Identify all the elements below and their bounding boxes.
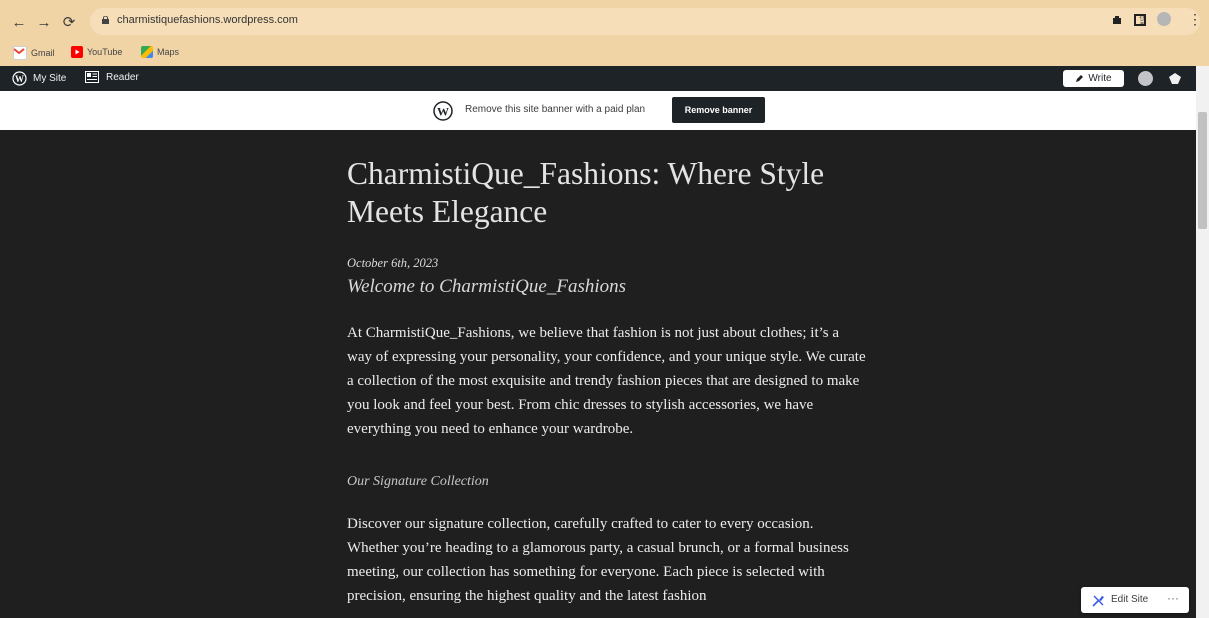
my-site-menu[interactable]: W My Site xyxy=(12,71,66,86)
bookmark-maps[interactable]: Maps xyxy=(141,46,179,58)
edit-site-button[interactable]: Edit Site xyxy=(1111,594,1148,605)
reader-label: Reader xyxy=(106,71,139,83)
wp-admin-bar: W My Site Reader Write xyxy=(0,66,1209,91)
more-options-icon[interactable]: ··· xyxy=(1167,591,1179,605)
forward-icon[interactable]: → xyxy=(35,13,53,31)
browser-toolbar: ← → ⟳ charmistiquefashions.wordpress.com… xyxy=(0,0,1209,41)
section-heading: Our Signature Collection xyxy=(347,474,489,489)
bookmark-label: YouTube xyxy=(87,47,123,57)
post-date: October 6th, 2023 xyxy=(347,256,439,270)
remove-banner-button[interactable]: Remove banner xyxy=(672,97,765,123)
youtube-icon xyxy=(71,46,83,58)
reader-menu[interactable]: Reader xyxy=(85,71,139,83)
extensions-icon[interactable] xyxy=(1111,13,1123,25)
address-bar[interactable]: charmistiquefashions.wordpress.com ⇪ ☆ xyxy=(90,8,1200,35)
side-panel-icon[interactable] xyxy=(1134,13,1146,26)
bookmark-label: Gmail xyxy=(31,48,55,58)
reader-icon xyxy=(85,71,99,83)
notifications-icon[interactable] xyxy=(1168,72,1182,90)
svg-text:W: W xyxy=(437,105,449,119)
profile-avatar[interactable] xyxy=(1157,12,1171,26)
scrollbar-thumb[interactable] xyxy=(1198,112,1207,229)
bookmark-youtube[interactable]: YouTube xyxy=(71,46,122,58)
url-text: charmistiquefashions.wordpress.com xyxy=(117,14,298,26)
bookmark-label: Maps xyxy=(157,47,180,57)
pencil-icon xyxy=(1076,75,1084,82)
svg-text:W: W xyxy=(15,74,24,84)
tools-icon xyxy=(1092,595,1104,607)
user-avatar[interactable] xyxy=(1138,71,1153,86)
bookmark-gmail[interactable]: Gmail xyxy=(13,46,55,60)
write-label: Write xyxy=(1088,73,1112,84)
post-subtitle: Welcome to CharmistiQue_Fashions xyxy=(347,276,627,297)
paragraph-collection: Discover our signature collection, caref… xyxy=(347,516,849,604)
reload-icon[interactable]: ⟳ xyxy=(60,13,78,31)
post-title: CharmistiQue_Fashions: Where Style Meets… xyxy=(347,156,825,229)
write-button[interactable]: Write xyxy=(1063,70,1124,87)
paragraph-intro: At CharmistiQue_Fashions, we believe tha… xyxy=(347,325,866,437)
wordpress-logo-icon: W xyxy=(12,71,27,86)
my-site-label: My Site xyxy=(33,73,67,84)
back-icon[interactable]: ← xyxy=(10,13,28,31)
bookmarks-bar: Gmail YouTube Maps xyxy=(0,41,1209,66)
maps-icon xyxy=(141,46,153,58)
banner-text: Remove this site banner with a paid plan xyxy=(465,104,646,115)
lock-icon xyxy=(102,16,109,24)
site-banner: W Remove this site banner with a paid pl… xyxy=(0,91,1196,130)
wordpress-logo-icon: W xyxy=(433,101,453,121)
kebab-menu-icon[interactable]: ⋮ xyxy=(1188,11,1202,28)
gmail-icon xyxy=(13,46,27,60)
edit-site-panel: Edit Site ··· xyxy=(1081,587,1189,613)
